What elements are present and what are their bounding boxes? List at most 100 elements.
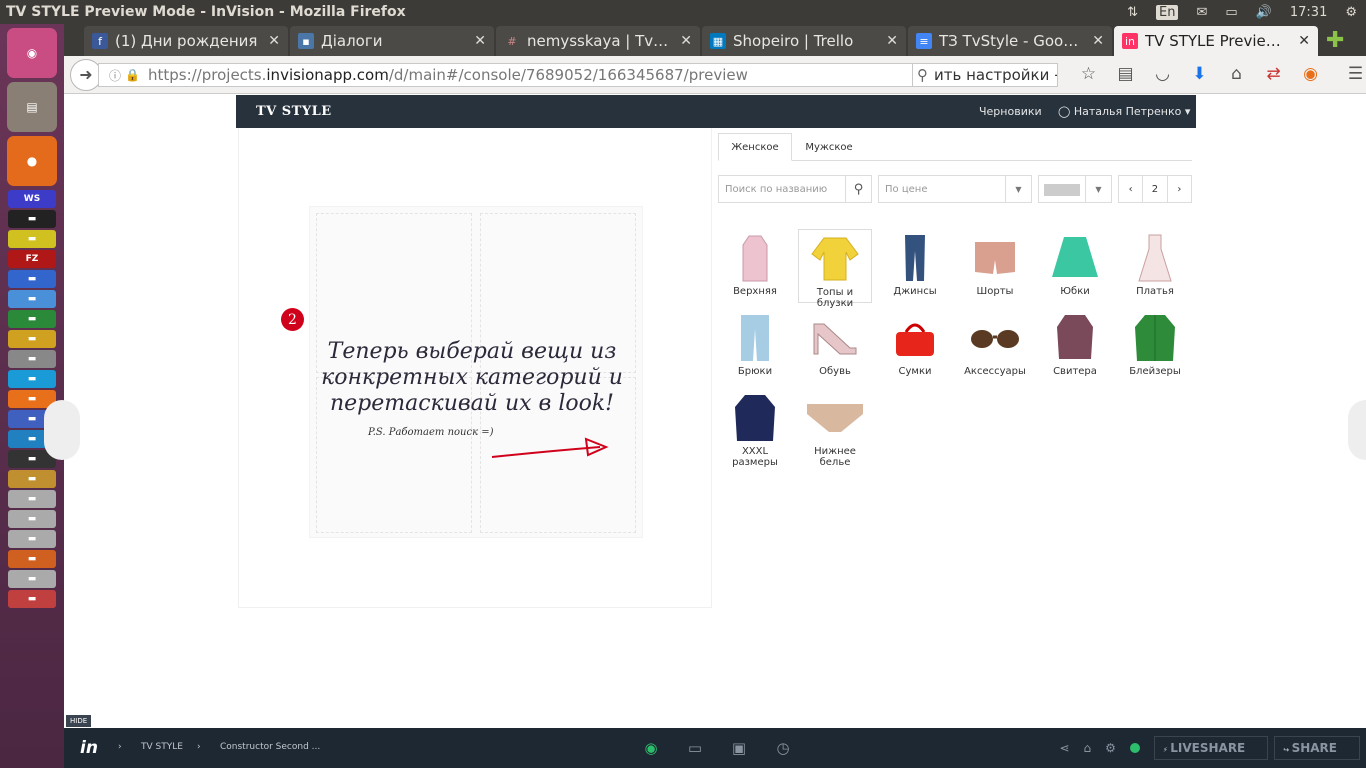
- app-icon[interactable]: ▬: [8, 590, 56, 608]
- hide-button[interactable]: HIDE: [66, 715, 92, 727]
- next-page-button[interactable]: ›: [1168, 176, 1191, 202]
- close-icon[interactable]: ✕: [680, 33, 692, 49]
- close-icon[interactable]: ✕: [474, 33, 486, 49]
- close-icon[interactable]: ✕: [1298, 33, 1310, 49]
- tab-invision[interactable]: in TV STYLE Preview … ✕: [1114, 26, 1318, 56]
- prev-page-button[interactable]: ‹: [1119, 176, 1142, 202]
- tab-dialogs[interactable]: ▪ Діалоги ✕: [290, 26, 494, 56]
- screen-crumb[interactable]: Constructor Second ...: [220, 742, 320, 752]
- app-icon[interactable]: ▬: [8, 510, 56, 528]
- tab-birthdays[interactable]: f (1) Дни рождения ✕: [84, 26, 288, 56]
- menu-icon[interactable]: ☰: [1337, 64, 1366, 84]
- app-icon[interactable]: ▬: [8, 350, 56, 368]
- comment-icon[interactable]: ▣: [717, 728, 761, 768]
- close-icon[interactable]: ✕: [886, 33, 898, 49]
- download-icon[interactable]: ⬇: [1181, 64, 1218, 84]
- settings-icon[interactable]: ⚙: [1345, 5, 1357, 20]
- next-screen-button[interactable]: [1348, 400, 1366, 460]
- trousers-icon: [725, 312, 785, 364]
- app-icon[interactable]: ▬: [8, 210, 56, 228]
- gear-icon[interactable]: ⚙: [1105, 741, 1116, 755]
- keyboard-layout[interactable]: En: [1156, 4, 1179, 20]
- category-label: Блейзеры: [1129, 366, 1181, 377]
- category-outerwear[interactable]: Верхняя: [718, 229, 792, 303]
- ubuntu-icon[interactable]: ◉: [7, 28, 57, 78]
- user-menu[interactable]: ◯ Наталья Петренко ▾: [1058, 105, 1190, 118]
- color-select[interactable]: ▼: [1038, 175, 1112, 203]
- tab-google-doc[interactable]: ≡ ТЗ TvStyle - Google … ✕: [908, 26, 1112, 56]
- gender-tabs: Женское Мужское: [718, 133, 1192, 161]
- category-trousers[interactable]: Брюки: [718, 309, 792, 383]
- mail-icon[interactable]: ✉: [1196, 5, 1207, 20]
- close-icon[interactable]: ✕: [1092, 33, 1104, 49]
- search-icon[interactable]: ⚲: [845, 176, 871, 202]
- build-icon[interactable]: ▭: [673, 728, 717, 768]
- category-xxxl[interactable]: XXXL размеры: [718, 389, 792, 468]
- home-icon[interactable]: ⌂: [1084, 741, 1092, 755]
- bookmark-star-icon[interactable]: ☆: [1070, 64, 1107, 84]
- app-icon[interactable]: ▬: [8, 370, 56, 388]
- sync-icon[interactable]: ⇄: [1255, 64, 1292, 84]
- dress-icon: [1125, 232, 1185, 284]
- category-jeans[interactable]: Джинсы: [878, 229, 952, 303]
- search-bar[interactable]: ⚲ ить настройки →: [912, 63, 1058, 87]
- files-icon[interactable]: ▤: [7, 82, 57, 132]
- blazer-icon: [1125, 312, 1185, 364]
- share-button[interactable]: ↪ SHARE: [1274, 736, 1360, 760]
- reading-list-icon[interactable]: ▤: [1107, 64, 1144, 84]
- webstorm-icon[interactable]: WS: [8, 190, 56, 208]
- tab-slack[interactable]: # nemysskaya | TvStyl… ✕: [496, 26, 700, 56]
- pocket-icon[interactable]: ◡: [1144, 64, 1181, 84]
- preview-eye-icon[interactable]: ◉: [629, 728, 673, 768]
- app-icon[interactable]: ▬: [8, 270, 56, 288]
- volume-icon[interactable]: 🔊: [1256, 5, 1272, 20]
- close-icon[interactable]: ✕: [268, 33, 280, 49]
- drafts-link[interactable]: Черновики: [979, 105, 1042, 118]
- category-bags[interactable]: Сумки: [878, 309, 952, 383]
- invision-logo[interactable]: in: [80, 738, 98, 758]
- home-icon[interactable]: ⌂: [1218, 64, 1255, 84]
- category-shorts[interactable]: Шорты: [958, 229, 1032, 303]
- price-select[interactable]: По цене ▼: [878, 175, 1032, 203]
- url-bar[interactable]: ⓘ 🔒 https://projects. invisionapp.com/d/m…: [98, 63, 932, 87]
- network-icon[interactable]: ⇅: [1127, 5, 1138, 20]
- search-placeholder: Поиск по названию: [725, 183, 828, 195]
- share-network-icon[interactable]: ⋖: [1059, 741, 1069, 755]
- clock[interactable]: 17:31: [1290, 5, 1327, 20]
- category-underwear[interactable]: Нижнее белье: [798, 389, 872, 468]
- app-icon[interactable]: ▬: [8, 470, 56, 488]
- app-icon[interactable]: ▬: [8, 550, 56, 568]
- category-sweaters[interactable]: Свитера: [1038, 309, 1112, 383]
- app-icon[interactable]: ▬: [8, 230, 56, 248]
- liveshare-button[interactable]: ⚡ LIVESHARE: [1153, 736, 1269, 760]
- tab-men[interactable]: Мужское: [792, 133, 866, 161]
- category-dresses[interactable]: Платья: [1118, 229, 1192, 303]
- history-icon[interactable]: ◷: [761, 728, 805, 768]
- category-blazers[interactable]: Блейзеры: [1118, 309, 1192, 383]
- category-accessories[interactable]: Аксессуары: [958, 309, 1032, 383]
- app-icon[interactable]: ▬: [8, 330, 56, 348]
- tab-trello[interactable]: ▦ Shopeiro | Trello ✕: [702, 26, 906, 56]
- category-tops[interactable]: Топы и блузки: [798, 229, 872, 309]
- info-icon[interactable]: ⓘ: [109, 67, 121, 84]
- app-icon[interactable]: ▬: [8, 310, 56, 328]
- app-icon[interactable]: ▬: [8, 290, 56, 308]
- tab-women[interactable]: Женское: [718, 133, 792, 161]
- project-crumb[interactable]: TV STYLE: [141, 742, 183, 752]
- firefox-icon[interactable]: ●: [7, 136, 57, 186]
- filezilla-icon[interactable]: FZ: [8, 250, 56, 268]
- extension-icon[interactable]: ◉: [1292, 64, 1329, 84]
- app-icon[interactable]: ▬: [8, 570, 56, 588]
- color-swatch: [1044, 184, 1080, 196]
- search-input[interactable]: Поиск по названию ⚲: [718, 175, 872, 203]
- logo[interactable]: TV STYLE: [256, 104, 332, 119]
- prev-screen-button[interactable]: [44, 400, 80, 460]
- category-shoes[interactable]: Обувь: [798, 309, 872, 383]
- new-tab-icon[interactable]: ✚: [1326, 26, 1344, 56]
- battery-icon[interactable]: ▭: [1225, 5, 1237, 20]
- pager: ‹ 2 ›: [1118, 175, 1192, 203]
- app-icon[interactable]: ▬: [8, 530, 56, 548]
- category-skirts[interactable]: Юбки: [1038, 229, 1112, 303]
- category-label: Сумки: [898, 366, 932, 377]
- app-icon[interactable]: ▬: [8, 490, 56, 508]
